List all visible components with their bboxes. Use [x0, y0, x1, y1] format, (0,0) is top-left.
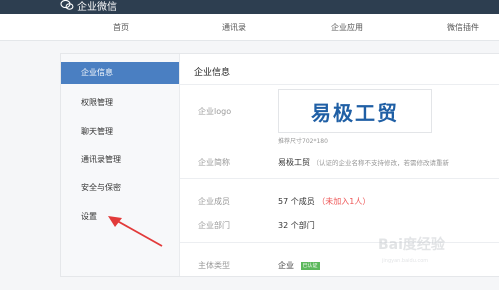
departments-label: 企业部门 — [198, 221, 230, 230]
main-nav: 首页 通讯录 企业应用 微信插件 — [0, 14, 499, 41]
wechat-work-icon — [60, 0, 74, 10]
sidebar-item-security[interactable]: 安全与保密 — [61, 177, 179, 199]
nav-wechat-plugin[interactable]: 微信插件 — [447, 22, 479, 33]
short-name-value: 易极工贸 （认证的企业名称不支持修改，若需修改请重新 — [278, 158, 450, 167]
logo-label: 企业logo — [198, 107, 232, 116]
logo-size-hint: 推荐尺寸702*180 — [278, 138, 328, 145]
nav-contacts[interactable]: 通讯录 — [222, 22, 246, 33]
sidebar-item-company-info[interactable]: 企业信息 — [61, 62, 179, 84]
entity-type-value: 企业 已认证 — [278, 261, 320, 270]
short-name-label: 企业简称 — [198, 158, 230, 167]
baidu-watermark: Bai度经验 jingyan.baidu.com — [378, 232, 492, 282]
members-value: 57 个成员 （未加入1人） — [278, 197, 371, 206]
nav-apps[interactable]: 企业应用 — [331, 22, 363, 33]
divider — [180, 178, 499, 179]
watermark-subtext: jingyan.baidu.com — [382, 258, 429, 264]
departments-value: 32 个部门 — [278, 221, 315, 230]
sidebar-item-chat[interactable]: 聊天管理 — [61, 121, 179, 143]
app-logo[interactable]: 企业微信 — [60, 0, 117, 14]
divider — [180, 84, 499, 85]
sidebar-item-contacts-management[interactable]: 通讯录管理 — [61, 149, 179, 171]
top-bar: 企业微信 — [0, 0, 499, 14]
short-name-note: （认证的企业名称不支持修改，若需修改请重新 — [312, 159, 450, 167]
app-title: 企业微信 — [77, 1, 117, 13]
entity-type-label: 主体类型 — [198, 261, 230, 270]
logo-image-text: 易极工贸 — [311, 100, 399, 125]
red-arrow-annotation — [108, 216, 163, 247]
watermark-text: Bai度经验 — [378, 237, 445, 253]
sidebar-item-permissions[interactable]: 权限管理 — [61, 92, 179, 114]
page-title: 企业信息 — [194, 68, 231, 78]
verified-badge: 已认证 — [300, 261, 320, 270]
company-logo-image[interactable]: 易极工贸 — [278, 89, 432, 133]
members-label: 企业成员 — [198, 197, 230, 206]
nav-home[interactable]: 首页 — [113, 22, 129, 33]
unjoined-members-link[interactable]: （未加入1人） — [317, 197, 370, 206]
